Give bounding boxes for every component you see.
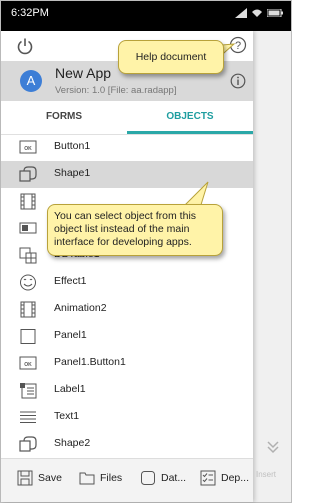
folder-icon <box>79 472 95 485</box>
design-canvas-strip <box>253 31 291 502</box>
info-icon[interactable] <box>230 73 246 89</box>
toggle-icon <box>19 222 37 234</box>
list-item[interactable]: Animation2 <box>1 296 253 323</box>
list-item[interactable]: Panel1 <box>1 323 253 350</box>
tab-bar: FORMS OBJECTS <box>1 101 253 135</box>
list-item-label: Panel1 <box>54 329 87 341</box>
tab-forms[interactable]: FORMS <box>1 101 127 134</box>
app-name: New App <box>55 65 112 81</box>
app-version: Version: 1.0 [File: aa.radapp] <box>55 85 177 96</box>
objects-callout: You can select object from this object l… <box>47 204 223 256</box>
status-icons <box>235 8 283 18</box>
list-item-label: Panel1.Button1 <box>54 356 126 368</box>
data-button[interactable]: Dat... <box>140 470 186 486</box>
list-item-label: Animation2 <box>54 302 107 314</box>
files-button[interactable]: Files <box>79 470 122 486</box>
files-label: Files <box>100 472 123 484</box>
database-icon <box>19 247 37 264</box>
wifi-icon <box>252 9 262 17</box>
list-item[interactable]: Label1 <box>1 377 253 404</box>
svg-text:OK: OK <box>24 362 32 368</box>
app-avatar: A <box>20 70 42 92</box>
film-icon <box>20 193 36 210</box>
data-icon <box>141 471 155 485</box>
signal-icon <box>235 8 247 18</box>
save-icon <box>17 470 33 486</box>
help-callout: Help document <box>118 40 224 74</box>
shape-icon <box>19 436 37 452</box>
list-item[interactable]: OK Panel1.Button1 <box>1 350 253 377</box>
list-item-label: Label1 <box>54 383 86 395</box>
dep-button[interactable]: Dep... <box>200 470 249 486</box>
list-item[interactable]: Shape1 <box>1 161 253 188</box>
list-item[interactable]: Shape2 <box>1 431 253 458</box>
tab-objects[interactable]: OBJECTS <box>127 101 253 134</box>
save-button[interactable]: Save <box>17 470 62 486</box>
data-label: Dat... <box>161 472 187 484</box>
dep-label: Dep... <box>221 472 250 484</box>
insert-label[interactable]: Insert <box>256 470 276 479</box>
smiley-icon <box>20 274 36 291</box>
list-item[interactable]: Effect1 <box>1 269 253 296</box>
power-icon[interactable] <box>15 36 35 56</box>
list-item-label: Button1 <box>54 140 91 152</box>
navigation-drawer: ? A New App Version: 1.0 [File: aa.radap… <box>1 31 253 502</box>
text-lines-icon <box>20 411 36 423</box>
list-item[interactable]: Text1 <box>1 404 253 431</box>
list-item-label: Effect1 <box>54 275 87 287</box>
object-list: OK Button1 Shape1 DBTable1 Effect1 Anima… <box>1 134 253 458</box>
panel-icon <box>20 329 36 344</box>
button-icon: OK <box>19 140 37 154</box>
save-label: Save <box>38 472 62 484</box>
svg-text:OK: OK <box>24 146 32 152</box>
list-item-label: Shape2 <box>54 437 91 449</box>
bottom-toolbar: Save Files Dat... Dep... <box>1 458 253 502</box>
double-chevron-down-icon[interactable] <box>266 440 280 454</box>
list-item-label: Text1 <box>54 410 80 422</box>
button-icon: OK <box>19 356 37 370</box>
shape-icon <box>19 166 37 182</box>
status-bar: 6:32PM <box>1 1 291 31</box>
list-item-label: Shape1 <box>54 167 91 179</box>
battery-icon <box>267 9 283 17</box>
label-icon <box>20 383 37 399</box>
list-item[interactable]: OK Button1 <box>1 134 253 161</box>
film-icon <box>20 301 36 318</box>
status-time: 6:32PM <box>11 7 49 19</box>
checklist-icon <box>200 470 216 486</box>
